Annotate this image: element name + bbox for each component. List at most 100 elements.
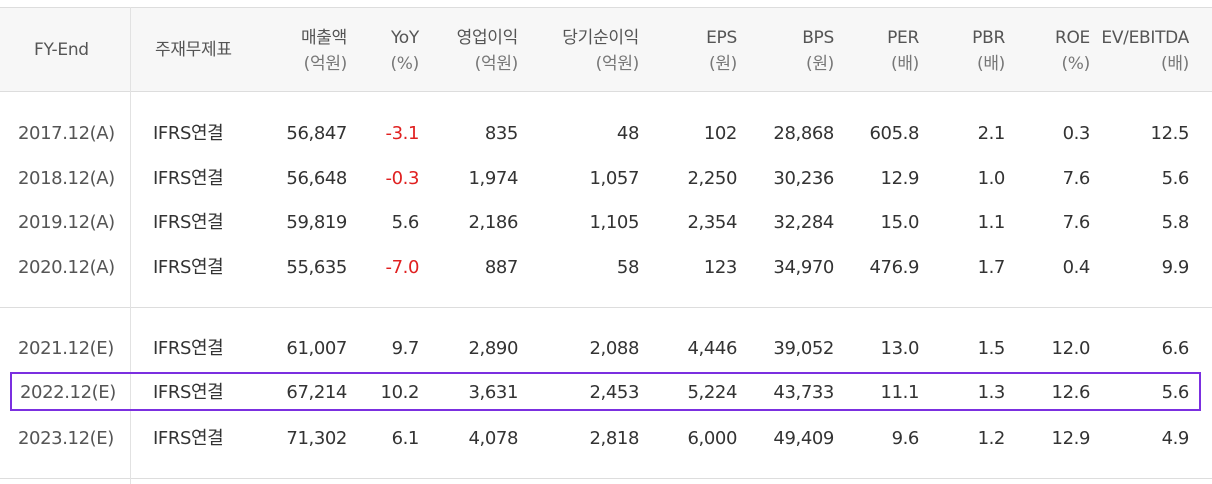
header-net-income-unit: (억원) [595,54,640,74]
header-yoy: YoY (%) [390,25,419,77]
header-yoy-unit: (%) [390,54,419,74]
eps-cell: 2,354 [687,212,737,233]
statement-cell: IFRS연결 [153,382,224,403]
header-pbr-unit: (배) [976,54,1005,74]
header-ev-ebitda: EV/EBITDA (배) [1101,25,1189,77]
table-bottom-border [0,478,1212,479]
yoy-cell: 6.1 [391,428,420,449]
table-top-border [0,7,1212,8]
op-income-cell: 2,890 [468,338,518,359]
header-eps-unit: (원) [708,54,737,74]
bps-cell: 34,970 [773,257,834,278]
header-roe-unit: (%) [1061,54,1090,74]
bps-cell: 39,052 [773,338,834,359]
op-income-cell: 1,974 [468,168,518,189]
fy-cell: 2021.12(E) [18,338,114,359]
header-revenue-unit: (억원) [303,54,348,74]
eps-cell: 123 [703,257,738,278]
yoy-cell: 10.2 [380,382,420,403]
header-per: PER (배) [887,25,919,77]
ev-ebitda-cell: 9.9 [1161,257,1190,278]
roe-cell: 12.6 [1051,382,1091,403]
per-cell: 476.9 [869,257,919,278]
roe-cell: 7.6 [1062,168,1091,189]
ev-ebitda-cell: 4.9 [1161,428,1190,449]
revenue-cell: 55,635 [286,257,347,278]
yoy-cell: -7.0 [385,257,419,278]
op-income-cell: 3,631 [468,382,518,403]
roe-cell: 7.6 [1062,212,1091,233]
op-income-cell: 4,078 [468,428,518,449]
statement-cell: IFRS연결 [153,257,224,278]
per-cell: 12.9 [880,168,920,189]
eps-cell: 4,446 [687,338,737,359]
pbr-cell: 1.1 [977,212,1006,233]
revenue-cell: 59,819 [286,212,347,233]
per-cell: 9.6 [891,428,920,449]
financial-table: FY-End 주재무제표 매출액 (억원) YoY (%) 영업이익 (억원) … [0,0,1212,484]
fy-cell: 2023.12(E) [18,428,114,449]
header-ev-ebitda-label: EV/EBITDA [1101,28,1189,48]
statement-cell: IFRS연결 [153,123,224,144]
pbr-cell: 1.0 [977,168,1006,189]
pbr-cell: 1.2 [977,428,1006,449]
header-bottom-border [0,91,1212,92]
header-bps: BPS (원) [802,25,834,77]
header-op-income-unit: (억원) [474,54,519,74]
header-op-income-label: 영업이익 [456,28,519,48]
net-income-cell: 2,453 [589,382,639,403]
statement-cell: IFRS연결 [153,168,224,189]
header-op-income: 영업이익 (억원) [456,25,519,77]
bps-cell: 32,284 [773,212,834,233]
header-roe: ROE (%) [1055,25,1090,77]
statement-cell: IFRS연결 [153,338,224,359]
roe-cell: 12.9 [1051,428,1091,449]
eps-cell: 5,224 [687,382,737,403]
net-income-cell: 1,057 [589,168,639,189]
eps-cell: 102 [703,123,738,144]
header-bps-unit: (원) [805,54,834,74]
header-per-label: PER [887,28,919,48]
pbr-cell: 1.5 [977,338,1006,359]
yoy-cell: -0.3 [385,168,419,189]
yoy-cell: 5.6 [391,212,420,233]
header-fy-end: FY-End [34,40,89,60]
fy-cell: 2018.12(A) [18,168,115,189]
pbr-cell: 1.3 [977,382,1006,403]
net-income-cell: 2,818 [589,428,639,449]
header-revenue-label: 매출액 [300,28,347,48]
roe-cell: 12.0 [1051,338,1091,359]
revenue-cell: 67,214 [286,382,347,403]
header-roe-label: ROE [1054,28,1090,48]
header-bps-label: BPS [802,28,834,48]
bps-cell: 30,236 [773,168,834,189]
yoy-cell: 9.7 [391,338,420,359]
pbr-cell: 2.1 [977,123,1006,144]
per-cell: 13.0 [880,338,920,359]
per-cell: 15.0 [880,212,920,233]
pbr-cell: 1.7 [977,257,1006,278]
per-cell: 605.8 [869,123,919,144]
fy-cell: 2020.12(A) [18,257,115,278]
group-divider [0,307,1212,308]
header-eps-label: EPS [706,28,737,48]
net-income-cell: 2,088 [589,338,639,359]
revenue-cell: 61,007 [286,338,347,359]
ev-ebitda-cell: 5.6 [1161,382,1190,403]
fy-cell: 2019.12(A) [18,212,115,233]
roe-cell: 0.3 [1062,123,1091,144]
op-income-cell: 887 [484,257,519,278]
net-income-cell: 48 [616,123,640,144]
net-income-cell: 1,105 [589,212,639,233]
bps-cell: 43,733 [773,382,834,403]
ev-ebitda-cell: 5.6 [1161,168,1190,189]
bps-cell: 49,409 [773,428,834,449]
header-per-unit: (배) [890,54,919,74]
fy-cell: 2022.12(E) [20,382,116,403]
revenue-cell: 56,648 [286,168,347,189]
header-net-income-label: 당기순이익 [562,28,639,48]
revenue-cell: 56,847 [286,123,347,144]
roe-cell: 0.4 [1062,257,1091,278]
yoy-cell: -3.1 [385,123,419,144]
eps-cell: 6,000 [687,428,737,449]
